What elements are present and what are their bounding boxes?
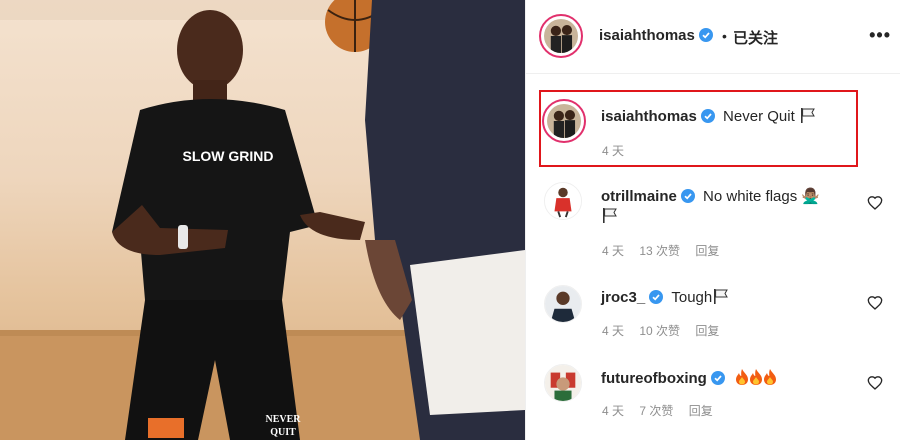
caption-highlight-box (539, 90, 858, 167)
fire-icon (736, 369, 748, 385)
fire-icon (764, 369, 776, 385)
header-separator: • (722, 28, 727, 44)
flag-icon (603, 208, 617, 223)
comment-time: 4 天 (602, 324, 625, 338)
comment-username[interactable]: otrillmaine (601, 188, 677, 205)
comment-text-line2 (601, 207, 619, 225)
comment-likes[interactable]: 7 次赞 (639, 404, 673, 418)
comment-time: 4 天 (602, 404, 625, 418)
flag-icon (800, 108, 815, 123)
follow-status-button[interactable]: 已关注 (733, 27, 778, 48)
like-heart-icon[interactable] (867, 295, 883, 311)
basketball-practice-photo: SLOW GRIND NEVER QUIT (0, 0, 525, 440)
comment-avatar[interactable] (544, 285, 582, 323)
comment-username[interactable]: jroc3_ (601, 289, 645, 306)
reply-button[interactable]: 回复 (689, 404, 713, 418)
caption-row: isaiahthomas Never Quit (601, 107, 817, 125)
fire-icon (750, 369, 762, 385)
caption-avatar[interactable] (542, 99, 586, 143)
like-heart-icon[interactable] (867, 195, 883, 211)
comment-likes[interactable]: 13 次赞 (639, 244, 680, 258)
verified-badge-icon (649, 290, 664, 304)
shirt-print: SLOW GRIND (183, 148, 274, 164)
svg-text:NEVER: NEVER (265, 414, 301, 425)
verified-badge-icon (680, 189, 695, 203)
comment-row: jroc3_ Tough (601, 288, 730, 306)
verified-badge-icon (700, 109, 715, 123)
caption-meta: 4 天 (602, 142, 636, 159)
reply-button[interactable]: 回复 (695, 244, 719, 258)
svg-text:QUIT: QUIT (270, 427, 296, 438)
comments-panel: isaiahthomas • 已关注 ••• isaiahthomas Neve… (525, 0, 900, 440)
comment-row: futureofboxing (601, 368, 777, 387)
comment-text: No white flags 🙅🏽‍♂️ (703, 188, 821, 205)
comment-time: 4 天 (602, 244, 625, 258)
caption-time: 4 天 (602, 144, 625, 158)
comment-likes[interactable]: 10 次赞 (639, 324, 680, 338)
caption-text: Never Quit (723, 108, 795, 125)
verified-badge-icon (710, 371, 725, 385)
reply-button[interactable]: 回复 (695, 324, 719, 338)
comment-avatar[interactable] (544, 364, 582, 402)
post-photo[interactable]: SLOW GRIND NEVER QUIT (0, 0, 525, 440)
caption-username[interactable]: isaiahthomas (601, 108, 697, 125)
comment-row: otrillmaine No white flags 🙅🏽‍♂️ (601, 187, 820, 205)
post-header: isaiahthomas • 已关注 ••• (526, 0, 900, 74)
like-heart-icon[interactable] (867, 375, 883, 391)
header-avatar[interactable] (539, 14, 583, 58)
comment-avatar[interactable] (544, 182, 582, 220)
comment-text: Tough (671, 289, 713, 306)
comment-meta: 4 天 10 次赞 回复 (602, 322, 731, 339)
more-horizontal-icon[interactable]: ••• (869, 26, 891, 44)
header-username[interactable]: isaiahthomas (599, 27, 713, 44)
comment-username[interactable]: futureofboxing (601, 370, 707, 387)
comment-meta: 4 天 7 次赞 回复 (602, 402, 725, 419)
verified-badge-icon (698, 28, 713, 42)
flag-icon (714, 289, 729, 304)
comment-meta: 4 天 13 次赞 回复 (602, 242, 731, 259)
